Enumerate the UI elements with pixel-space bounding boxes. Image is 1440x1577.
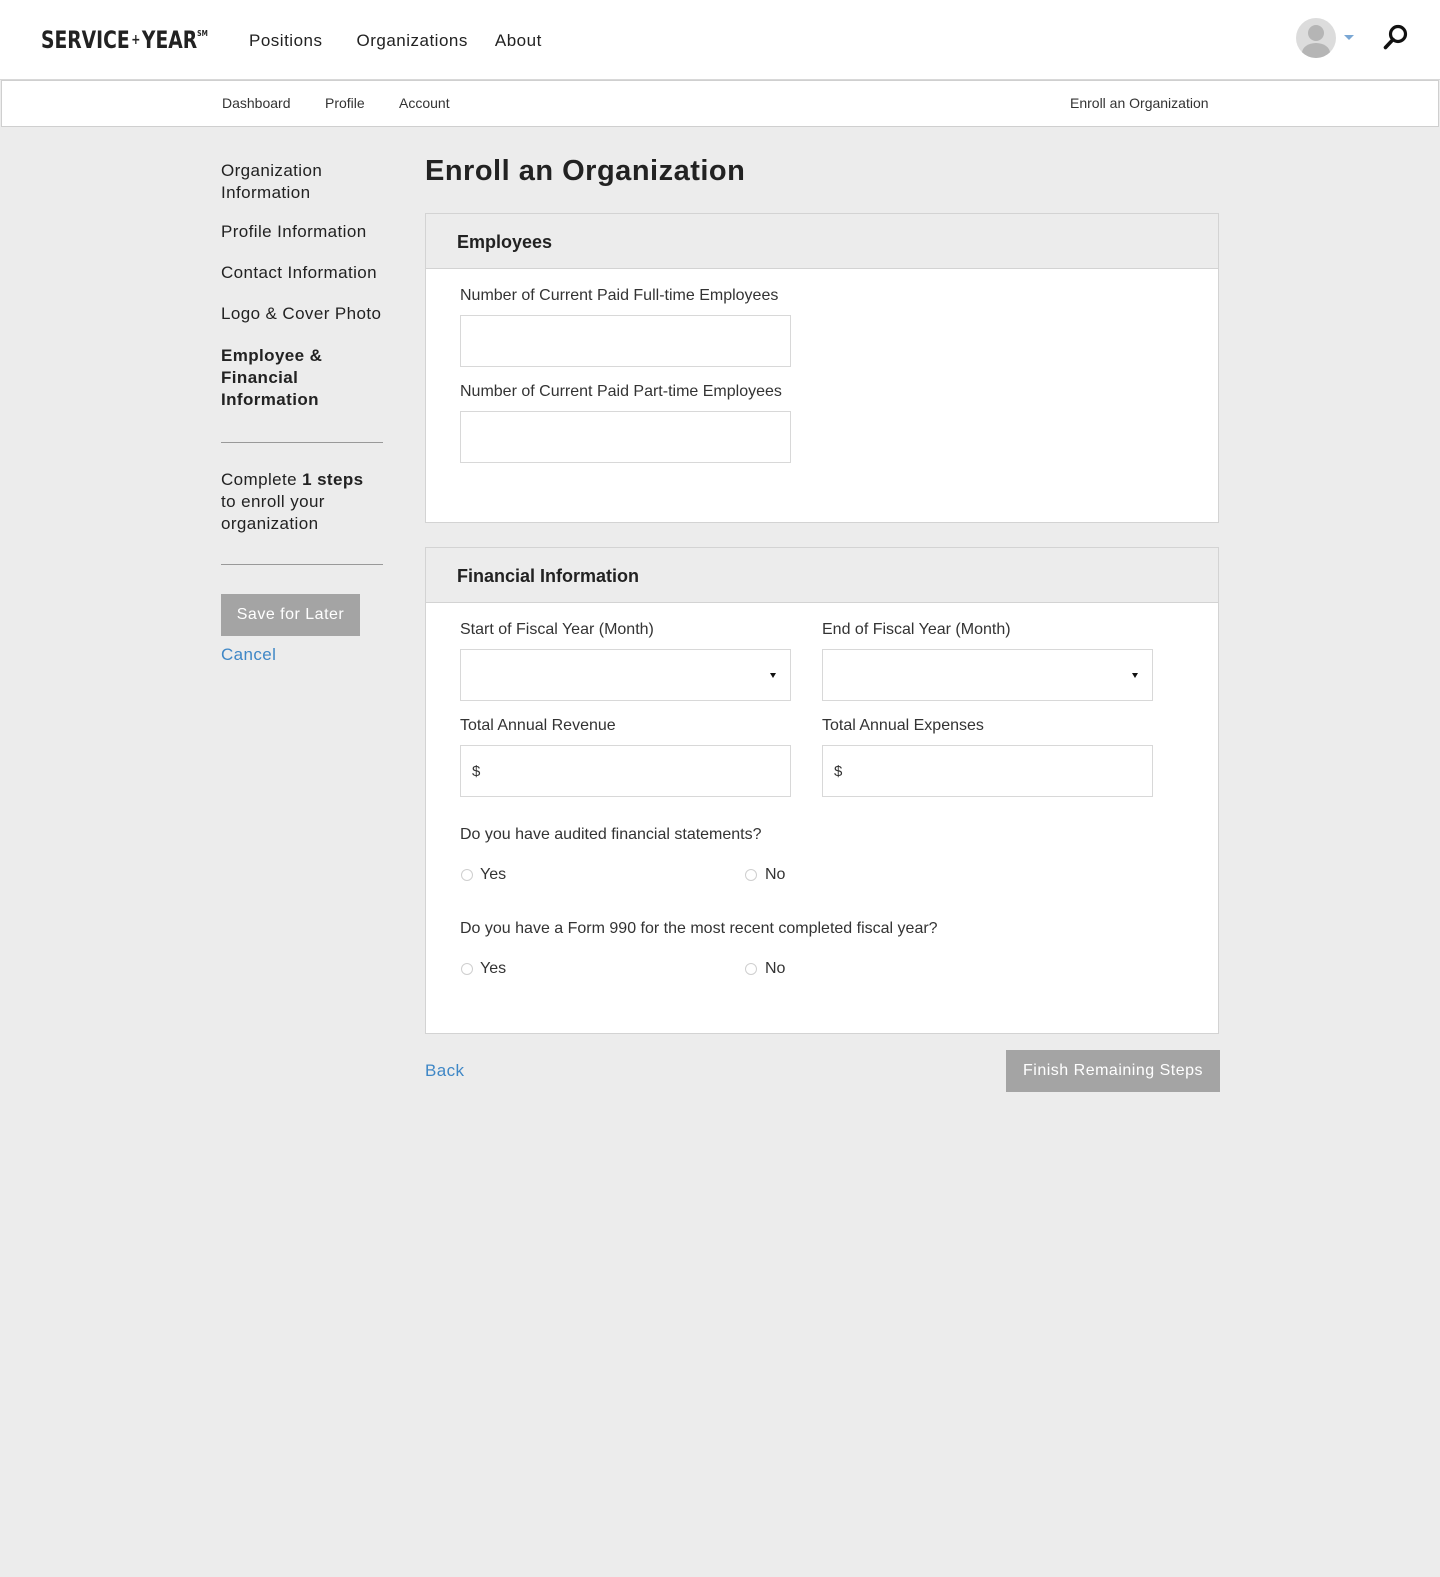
audited-statements-question: Do you have audited financial statements…	[460, 826, 762, 843]
step-logo-cover-photo[interactable]: Logo & Cover Photo	[221, 303, 401, 325]
avatar-body	[1302, 43, 1330, 58]
total-revenue-input[interactable]: $	[460, 745, 791, 797]
logo-service-mark: SM	[197, 29, 208, 38]
form-990-yes-radio[interactable]	[461, 963, 473, 975]
form-990-yes-label[interactable]: Yes	[480, 960, 506, 978]
page-title: Enroll an Organization	[425, 155, 746, 187]
user-avatar-icon[interactable]	[1296, 18, 1336, 58]
parttime-employees-label: Number of Current Paid Part-time Employe…	[460, 383, 782, 400]
logo-plus: +	[131, 32, 141, 48]
audited-yes-label[interactable]: Yes	[480, 866, 506, 884]
subnav-profile[interactable]: Profile	[325, 95, 365, 111]
avatar-head	[1308, 25, 1324, 41]
fiscal-year-end-label: End of Fiscal Year (Month)	[822, 621, 1011, 638]
sidebar-divider	[221, 442, 383, 443]
audited-yes-radio[interactable]	[461, 869, 473, 881]
step-organization-information[interactable]: Organization Information	[221, 160, 371, 204]
save-for-later-button[interactable]: Save for Later	[221, 594, 360, 636]
employees-heading: Employees	[426, 214, 1218, 269]
form-990-no-label[interactable]: No	[765, 960, 785, 978]
complete-suffix: to enroll your organization	[221, 492, 325, 533]
currency-prefix: $	[834, 763, 843, 780]
total-expenses-label: Total Annual Expenses	[822, 717, 984, 734]
fulltime-employees-input[interactable]	[460, 315, 791, 367]
enroll-steps-sidebar: Organization Information Profile Informa…	[221, 160, 401, 665]
fiscal-year-start-label: Start of Fiscal Year (Month)	[460, 621, 654, 638]
sidebar-divider	[221, 564, 383, 565]
audited-no-radio[interactable]	[745, 869, 757, 881]
nav-organizations[interactable]: Organizations	[356, 31, 467, 51]
financial-information-heading: Financial Information	[426, 548, 1218, 603]
finish-remaining-steps-button[interactable]: Finish Remaining Steps	[1006, 1050, 1220, 1092]
financial-information-panel: Financial Information Start of Fiscal Ye…	[425, 547, 1219, 1034]
total-revenue-label: Total Annual Revenue	[460, 717, 616, 734]
main-nav: Positions Organizations About	[249, 31, 542, 51]
form-990-question: Do you have a Form 990 for the most rece…	[460, 920, 938, 937]
employees-panel: Employees Number of Current Paid Full-ti…	[425, 213, 1219, 523]
nav-positions[interactable]: Positions	[249, 31, 322, 51]
parttime-employees-input[interactable]	[460, 411, 791, 463]
logo-word-service: SERVICE	[41, 26, 130, 54]
fulltime-employees-label: Number of Current Paid Full-time Employe…	[460, 287, 779, 304]
back-link[interactable]: Back	[425, 1061, 464, 1081]
total-expenses-input[interactable]: $	[822, 745, 1153, 797]
dropdown-arrow-icon	[770, 673, 776, 678]
step-profile-information[interactable]: Profile Information	[221, 221, 401, 243]
cancel-link[interactable]: Cancel	[221, 645, 401, 665]
form-990-no-radio[interactable]	[745, 963, 757, 975]
steps-count: 1 steps	[302, 470, 364, 489]
fiscal-year-start-select[interactable]	[460, 649, 791, 701]
step-employee-financial-information[interactable]: Employee & Financial Information	[221, 345, 401, 411]
service-year-logo[interactable]: SERVICE +YEARSM	[41, 26, 208, 54]
account-subnav: Dashboard Profile Account Enroll an Orga…	[1, 80, 1439, 127]
audited-no-label[interactable]: No	[765, 866, 785, 884]
chevron-down-icon[interactable]	[1344, 35, 1354, 40]
nav-about[interactable]: About	[495, 31, 542, 51]
subnav-enroll-organization[interactable]: Enroll an Organization	[1070, 95, 1209, 111]
subnav-dashboard[interactable]: Dashboard	[222, 95, 291, 111]
complete-prefix: Complete	[221, 470, 297, 489]
subnav-account[interactable]: Account	[399, 95, 450, 111]
logo-word-year: YEAR	[141, 26, 198, 54]
currency-prefix: $	[472, 763, 481, 780]
search-icon[interactable]	[1382, 23, 1410, 51]
dropdown-arrow-icon	[1132, 673, 1138, 678]
fiscal-year-end-select[interactable]	[822, 649, 1153, 701]
top-header: SERVICE +YEARSM Positions Organizations A…	[0, 0, 1440, 80]
step-list: Organization Information Profile Informa…	[221, 160, 401, 411]
steps-remaining-message: Complete 1 steps to enroll your organiza…	[221, 469, 371, 535]
step-contact-information[interactable]: Contact Information	[221, 262, 401, 284]
